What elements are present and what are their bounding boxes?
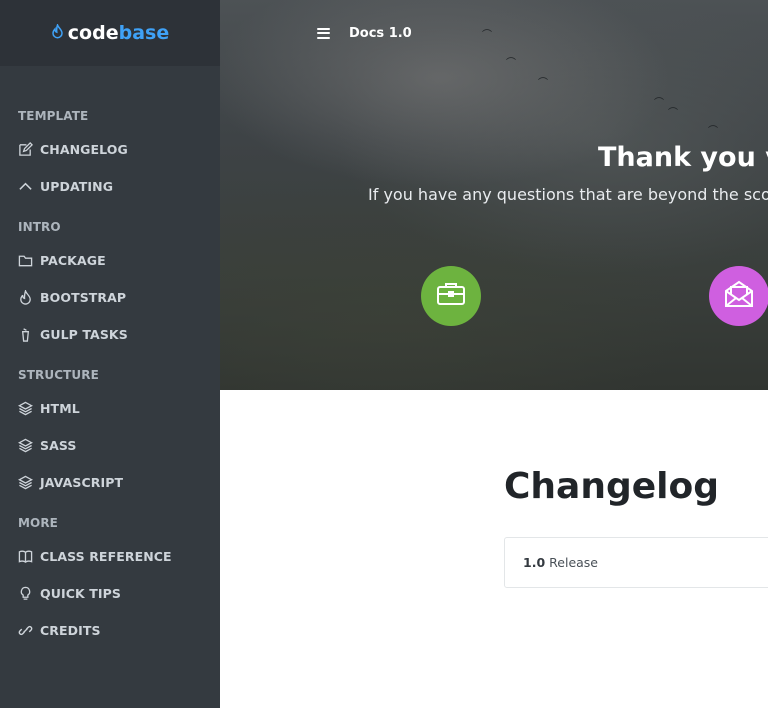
hero-subtitle: If you have any questions that are beyon… [368,185,768,204]
sidebar-item-label: PACKAGE [40,253,106,268]
gulp-icon [18,327,33,342]
docs-title[interactable]: Docs 1.0 [349,26,412,41]
section-title-intro: INTRO [18,220,61,234]
lightbulb-icon [18,586,33,601]
sidebar-item-label: BOOTSTRAP [40,290,127,305]
bird-decoration: ⌒ [668,108,678,119]
sidebar-item-label: UPDATING [40,179,114,194]
section-title-structure: STRUCTURE [18,368,99,382]
sidebar-item-changelog[interactable]: CHANGELOG [0,131,220,168]
section-title-template: TEMPLATE [18,109,89,123]
sidebar: code base TEMPLATE CHANGELOG UPDATING INT… [0,0,220,708]
hero-banner: ⌒ ⌒ ⌒ ⌒ ⌒ ⌒ Docs 1.0 Thank you v If you … [220,0,768,390]
sidebar-item-label: CHANGELOG [40,142,128,157]
chevron-up-icon [18,179,33,194]
flame-icon [18,290,33,305]
sidebar-item-label: JAVASCRIPT [40,475,124,490]
sidebar-item-package[interactable]: PACKAGE [0,242,220,279]
briefcase-icon [436,281,466,311]
folder-icon [18,253,33,268]
sidebar-item-class-reference[interactable]: CLASS REFERENCE [0,538,220,575]
sidebar-item-bootstrap[interactable]: BOOTSTRAP [0,279,220,316]
release-version: 1.0 [523,555,546,570]
sidebar-item-quick-tips[interactable]: QUICK TIPS [0,575,220,612]
bird-decoration: ⌒ [538,78,548,89]
envelope-button[interactable] [709,266,768,326]
sidebar-item-javascript[interactable]: JAVASCRIPT [0,464,220,501]
sidebar-item-label: CLASS REFERENCE [40,549,172,564]
hero-title: Thank you v [598,142,768,173]
briefcase-button[interactable] [421,266,481,326]
sidebar-item-label: CREDITS [40,623,101,638]
sidebar-item-label: QUICK TIPS [40,586,121,601]
sidebar-item-label: SASS [40,438,77,453]
release-label: Release [549,555,598,570]
sidebar-item-html[interactable]: HTML [0,390,220,427]
top-bar: Docs 1.0 [220,0,768,66]
section-title-more: MORE [18,516,58,530]
sidebar-item-updating[interactable]: UPDATING [0,168,220,205]
sidebar-item-gulp-tasks[interactable]: GULP TASKS [0,316,220,353]
hamburger-icon[interactable] [317,27,330,39]
brand-logo[interactable]: code base [0,0,220,66]
main-content: Changelog 1.0 Release [220,390,768,708]
sidebar-item-credits[interactable]: CREDITS [0,612,220,649]
bird-decoration: ⌒ [654,98,664,109]
brand-base: base [118,22,170,44]
link-icon [18,623,33,638]
sidebar-item-label: HTML [40,401,80,416]
bird-decoration: ⌒ [708,126,718,137]
sidebar-item-label: GULP TASKS [40,327,128,342]
release-card[interactable]: 1.0 Release [504,537,768,588]
page-title: Changelog [504,466,719,507]
layers-icon [18,401,33,416]
layers-icon [18,475,33,490]
flame-icon [51,22,64,44]
edit-icon [18,142,33,157]
sidebar-item-sass[interactable]: SASS [0,427,220,464]
brand-code: code [67,22,119,44]
book-icon [18,549,33,564]
envelope-open-icon [724,280,754,312]
layers-icon [18,438,33,453]
